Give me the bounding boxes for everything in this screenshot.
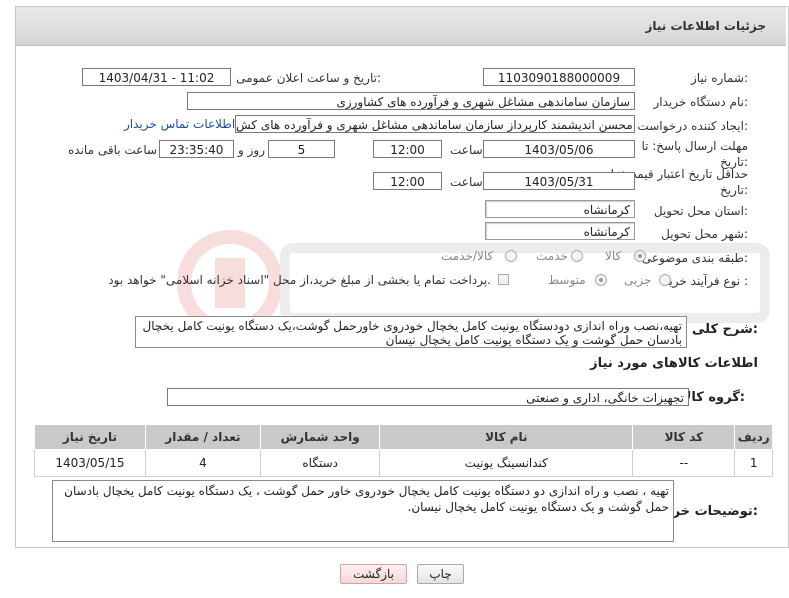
col-date: تاریخ نیاز — [34, 424, 146, 450]
col-unit: واحد شمارش — [259, 424, 381, 450]
goods-group-field: تجهیزات خانگی، اداری و صنعتی — [167, 388, 689, 406]
days-label: روز و — [238, 143, 265, 157]
buyer-org-field: سازمان ساماندهی مشاغل شهری و فرآورده های… — [187, 92, 635, 110]
goods-group-label: گروه کالا: — [681, 390, 745, 405]
goods-table: ردیف کد کالا نام کالا واحد شمارش تعداد /… — [34, 424, 773, 477]
contact-info-link[interactable]: اطلاعات تماس خریدار — [124, 117, 235, 131]
deadline-date-field: 1403/05/06 — [483, 140, 635, 158]
announce-label: تاریخ و ساعت اعلان عمومی: — [236, 71, 381, 85]
print-button[interactable]: چاپ — [417, 564, 464, 584]
col-row: ردیف — [734, 424, 773, 450]
cell-code: -- — [632, 449, 736, 477]
cell-qty: 4 — [144, 449, 261, 477]
category-radio-goods[interactable] — [634, 250, 646, 262]
creator-field: محسن اندیشمند کارپرداز سازمان ساماندهی م… — [235, 115, 635, 133]
cell-row: 1 — [734, 449, 773, 477]
province-field: کرمانشاه — [485, 200, 635, 218]
announce-field: 1403/04/31 - 11:02 — [82, 68, 231, 86]
table-row: 1 -- کندانسینگ یونیت دستگاه 4 1403/05/15 — [34, 449, 773, 477]
page-title: جزئیات اطلاعات نیاز — [645, 19, 766, 33]
goods-section-title: اطلاعات کالاهای مورد نیاز — [590, 356, 758, 371]
city-field: کرمانشاه — [485, 222, 635, 240]
days-field: 5 — [268, 140, 335, 158]
col-code: کد کالا — [632, 424, 736, 450]
need-number-label: شماره نیاز: — [690, 71, 748, 85]
validity-date-field: 1403/05/31 — [483, 172, 635, 190]
cell-name: کندانسینگ یونیت — [379, 449, 634, 477]
need-number-field: 1103090188000009 — [483, 68, 635, 86]
col-qty: تعداد / مقدار — [144, 424, 261, 450]
cell-date: 1403/05/15 — [34, 449, 146, 477]
cell-unit: دستگاه — [259, 449, 381, 477]
buyer-org-label: نام دستگاه خریدار: — [653, 95, 749, 109]
process-radio-medium[interactable] — [595, 274, 607, 286]
page-header: جزئیات اطلاعات نیاز — [16, 7, 786, 46]
description-field: تهیه،نصب وراه اندازی دودستگاه یونیت کامل… — [135, 316, 687, 348]
validity-hour-label: ساعت — [450, 175, 483, 189]
deadline-hour-label: ساعت — [450, 143, 483, 157]
creator-label: ایجاد کننده درخواست: — [637, 119, 748, 133]
city-label: شهر محل تحویل: — [661, 227, 748, 241]
category-radio-service[interactable] — [571, 250, 583, 262]
payment-note: پرداخت تمام یا بخشی از مبلغ خرید،از محل … — [108, 273, 491, 287]
category-option-goods: کالا — [605, 249, 622, 263]
category-option-goods-service: کالا/خدمت — [441, 249, 494, 263]
category-label: طبقه بندی موضوعی: — [641, 251, 748, 265]
process-radio-minor[interactable] — [659, 274, 671, 286]
province-label: استان محل تحویل: — [653, 204, 748, 218]
buyer-notes-field: تهیه ، نصب و راه اندازی دو دستگاه یونیت … — [52, 480, 674, 542]
process-option-minor: جزیی — [624, 273, 652, 287]
remaining-time-field: 23:35:40 — [159, 140, 234, 158]
treasury-payment-checkbox[interactable] — [498, 274, 509, 285]
deadline-time-field: 12:00 — [373, 140, 442, 158]
process-option-medium: متوسط — [548, 273, 586, 287]
category-option-service: خدمت — [536, 249, 568, 263]
validity-time-field: 12:00 — [373, 172, 442, 190]
back-button[interactable]: بازگشت — [340, 564, 407, 584]
remaining-label: ساعت باقی مانده — [68, 143, 158, 157]
category-radio-goods-service[interactable] — [505, 250, 517, 262]
col-name: نام کالا — [379, 424, 634, 450]
process-label: نوع فرآیند خرید : — [663, 274, 748, 288]
